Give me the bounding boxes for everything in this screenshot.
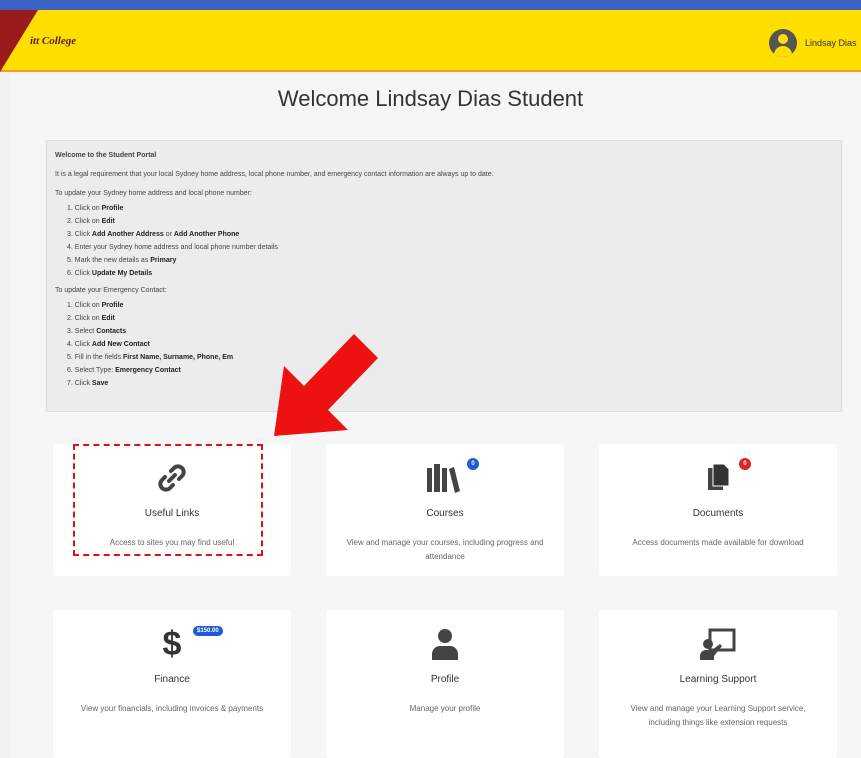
info-intro: It is a legal requirement that your loca… xyxy=(55,171,494,178)
list-item: 2. Click on Edit xyxy=(67,218,115,225)
user-avatar-icon[interactable] xyxy=(769,29,797,57)
presentation-icon xyxy=(599,626,837,662)
card-title: Courses xyxy=(426,508,464,519)
list-item: 1. Click on Profile xyxy=(67,302,124,309)
user-name[interactable]: Lindsay Dias xyxy=(805,38,857,48)
address-heading: To update your Sydney home address and l… xyxy=(55,190,252,197)
card-title: Learning Support xyxy=(679,674,757,685)
info-title: Welcome to the Student Portal xyxy=(55,152,157,159)
college-logo[interactable]: itt College xyxy=(30,35,76,47)
card-description: Access documents made available for down… xyxy=(632,538,804,547)
list-item: 4. Click Add New Contact xyxy=(67,341,150,348)
top-strip xyxy=(0,0,861,10)
card-title: Documents xyxy=(692,508,744,519)
list-item: 5. Fill in the fields First Name, Surnam… xyxy=(67,354,234,361)
address-steps: 1. Click on Profile 2. Click on Edit 3. … xyxy=(67,202,833,280)
list-item: 6. Click Update My Details xyxy=(67,270,153,277)
card-description: View and manage your courses, including … xyxy=(346,538,544,561)
card-profile[interactable]: Profile Manage your profile xyxy=(326,610,564,758)
list-item: 5. Mark the new details as Primary xyxy=(67,257,177,264)
list-item: 1. Click on Profile xyxy=(67,205,124,212)
useful-links-highlight-box xyxy=(73,444,263,556)
header-bar xyxy=(0,10,861,72)
documents-badge: 0 xyxy=(739,458,751,470)
card-description: View and manage your Learning Support se… xyxy=(630,704,806,727)
finance-badge: $150.00 xyxy=(193,626,223,636)
courses-badge: 0 xyxy=(467,458,479,470)
person-icon xyxy=(326,626,564,662)
card-title: Finance xyxy=(154,674,190,685)
card-learning-support[interactable]: Learning Support View and manage your Le… xyxy=(599,610,837,758)
pointer-arrow-icon xyxy=(274,334,378,436)
documents-icon xyxy=(599,460,837,496)
list-item: 7. Click Save xyxy=(67,380,109,387)
dollar-icon: $ xyxy=(162,625,182,663)
contact-heading: To update your Emergency Contact: xyxy=(55,287,167,294)
card-description: Manage your profile xyxy=(409,704,481,713)
portal-info-panel: Welcome to the Student Portal It is a le… xyxy=(46,140,842,412)
list-item: 6. Select Type: Emergency Contact xyxy=(67,367,181,374)
card-description: View your financials, including invoices… xyxy=(80,704,264,713)
list-item: 3. Click Add Another Address or Add Anot… xyxy=(67,231,240,238)
list-item: 4. Enter your Sydney home address and lo… xyxy=(67,244,278,251)
card-title: Profile xyxy=(430,674,460,685)
contact-steps: 1. Click on Profile 2. Click on Edit 3. … xyxy=(67,299,833,390)
list-item: 2. Click on Edit xyxy=(67,315,115,322)
card-courses[interactable]: 0 Courses View and manage your courses, … xyxy=(326,444,564,576)
page-title: Welcome Lindsay Dias Student xyxy=(277,86,584,111)
card-documents[interactable]: 0 Documents Access documents made availa… xyxy=(599,444,837,576)
list-item: 3. Select Contacts xyxy=(67,328,127,335)
books-icon xyxy=(326,460,564,496)
card-finance[interactable]: $ $150.00 Finance View your financials, … xyxy=(53,610,291,758)
